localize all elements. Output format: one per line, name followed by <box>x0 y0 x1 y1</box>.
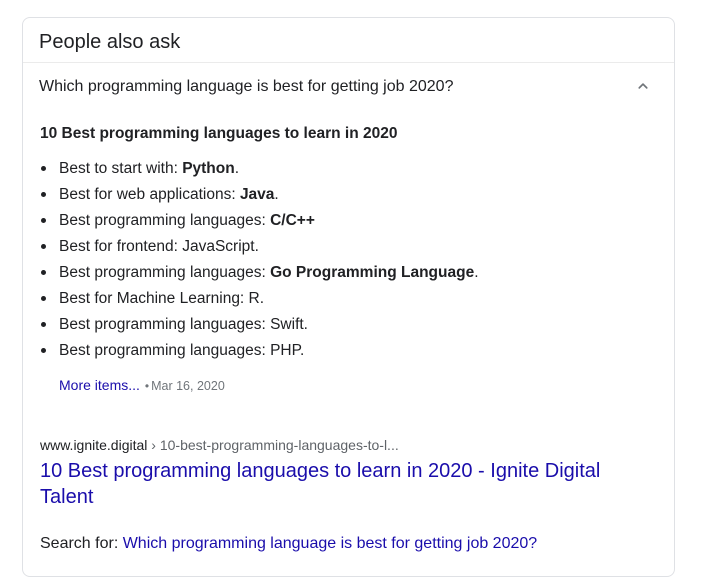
item-highlight: Java <box>239 186 275 203</box>
answer-list-item: Best programming languages: Swift. <box>40 315 479 341</box>
result-title-link[interactable]: 10 Best programming languages to learn i… <box>40 458 640 510</box>
item-prefix: Best for frontend: JavaScript. <box>59 238 259 255</box>
answer-list-item: Best to start with: Python. <box>40 159 479 185</box>
bullet-dot <box>41 166 46 171</box>
answer-list-item: Best for frontend: JavaScript. <box>40 237 479 263</box>
item-prefix: Best for Machine Learning: R. <box>59 290 265 307</box>
separator-dot: • <box>144 379 150 393</box>
more-items-link[interactable]: More items... <box>59 377 140 393</box>
question-toggle[interactable]: Which programming language is best for g… <box>23 64 674 108</box>
item-highlight: Python <box>182 160 235 177</box>
item-prefix: Best programming languages: Swift. <box>59 316 308 333</box>
answer-list: Best to start with: Python. Best for web … <box>40 159 479 367</box>
item-prefix: Best programming languages: PHP. <box>59 342 305 359</box>
answer-list-item: Best for web applications: Java. <box>40 185 479 211</box>
bullet-dot <box>41 192 46 197</box>
answer-heading: 10 Best programming languages to learn i… <box>40 125 398 142</box>
search-for-row: Search for: Which programming language i… <box>40 534 537 554</box>
item-suffix: . <box>474 264 479 281</box>
item-prefix: Best programming languages: <box>59 264 271 281</box>
source-path: › 10-best-programming-languages-to-l... <box>147 437 399 453</box>
bullet-dot <box>41 296 46 301</box>
item-highlight: C/C++ <box>270 212 315 229</box>
more-row: More items... • Mar 16, 2020 <box>59 377 225 394</box>
source-domain: www.ignite.digital <box>40 437 148 453</box>
search-for-label: Search for: <box>40 535 123 552</box>
item-prefix: Best programming languages: <box>59 212 271 229</box>
answer-date: Mar 16, 2020 <box>151 379 225 393</box>
bullet-dot <box>41 218 46 223</box>
item-prefix: Best for web applications: <box>59 186 240 203</box>
bullet-dot <box>41 270 46 275</box>
people-also-ask-card: People also ask Which programming langua… <box>22 17 675 577</box>
answer-list-item: Best for Machine Learning: R. <box>40 289 479 315</box>
item-highlight: Go Programming Language <box>270 264 475 281</box>
answer-list-item: Best programming languages: C/C++ <box>40 211 479 237</box>
item-suffix: . <box>234 160 240 177</box>
chevron-up-icon[interactable] <box>634 77 652 95</box>
item-suffix: . <box>274 186 279 203</box>
bullet-dot <box>41 322 46 327</box>
card-title: People also ask <box>39 31 181 53</box>
bullet-dot <box>41 348 46 353</box>
search-for-query-link[interactable]: Which programming language is best for g… <box>123 535 537 552</box>
answer-list-item: Best programming languages: Go Programmi… <box>40 263 479 289</box>
source-cite: www.ignite.digital › 10-best-programming… <box>40 436 399 454</box>
item-prefix: Best to start with: <box>59 160 183 177</box>
question-text: Which programming language is best for g… <box>39 78 454 95</box>
card-header: People also ask <box>23 18 674 63</box>
answer-list-item: Best programming languages: PHP. <box>40 341 479 367</box>
bullet-dot <box>41 244 46 249</box>
